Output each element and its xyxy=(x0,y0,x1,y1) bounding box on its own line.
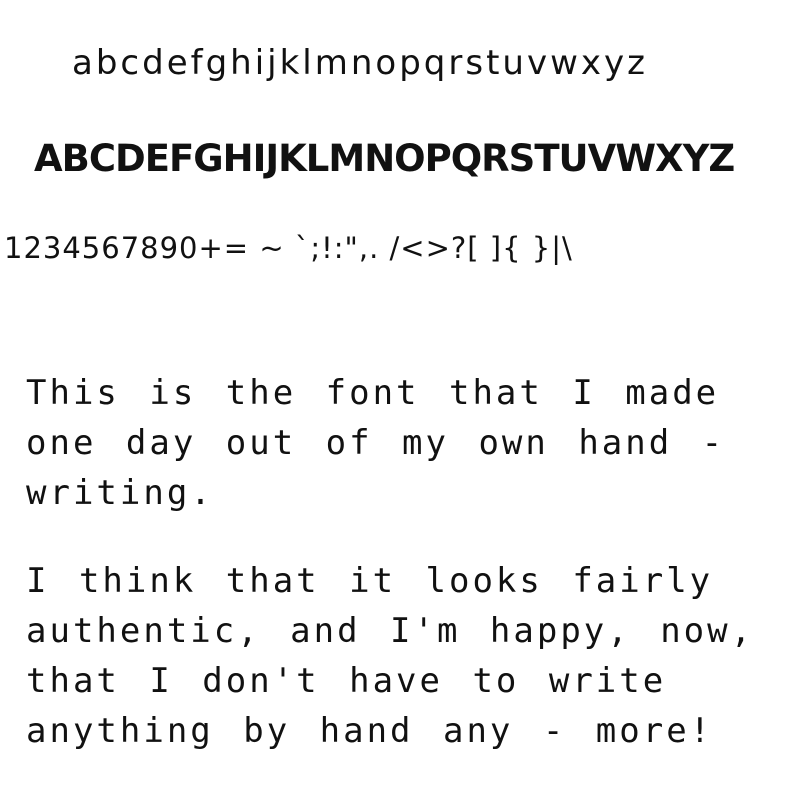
sample-paragraph-1: This is the font that I made one day out… xyxy=(26,373,726,513)
numbers-and-symbols: 1234567890+= ~ `;!:",. /<>?[ ]{ }|\ xyxy=(4,231,573,265)
sample-paragraph-2: I think that it looks fairly authentic, … xyxy=(26,561,755,751)
font-specimen-sheet: abcdefghijklmnopqrstuvwxyz ABCDEFGHIJKLM… xyxy=(0,0,800,800)
lowercase-alphabet: abcdefghijklmnopqrstuvwxyz xyxy=(72,43,648,83)
uppercase-alphabet: ABCDEFGHIJKLMNOPQRSTUVWXYZ xyxy=(34,137,735,180)
